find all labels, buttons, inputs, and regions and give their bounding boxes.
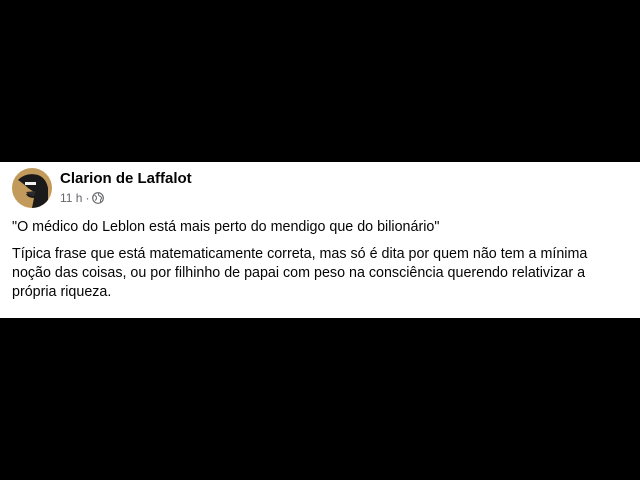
globe-icon — [92, 192, 105, 204]
post-paragraph: Típica frase que está matematicamente co… — [12, 246, 588, 300]
facebook-post: Clarion de Laffalot 11 h · "O médico do … — [0, 162, 640, 318]
post-body: "O médico do Leblon está mais perto do m… — [12, 218, 622, 302]
author-name[interactable]: Clarion de Laffalot — [60, 170, 192, 188]
post-meta: Clarion de Laffalot 11 h · — [60, 170, 192, 205]
post-subline: 11 h · — [60, 191, 192, 205]
avatar-icon — [12, 168, 52, 208]
post-quote: "O médico do Leblon está mais perto do m… — [12, 219, 440, 235]
post-timestamp[interactable]: 11 h — [60, 191, 82, 205]
post-header: Clarion de Laffalot 11 h · — [12, 168, 192, 208]
meta-separator: · — [85, 191, 90, 205]
avatar[interactable] — [12, 168, 52, 208]
